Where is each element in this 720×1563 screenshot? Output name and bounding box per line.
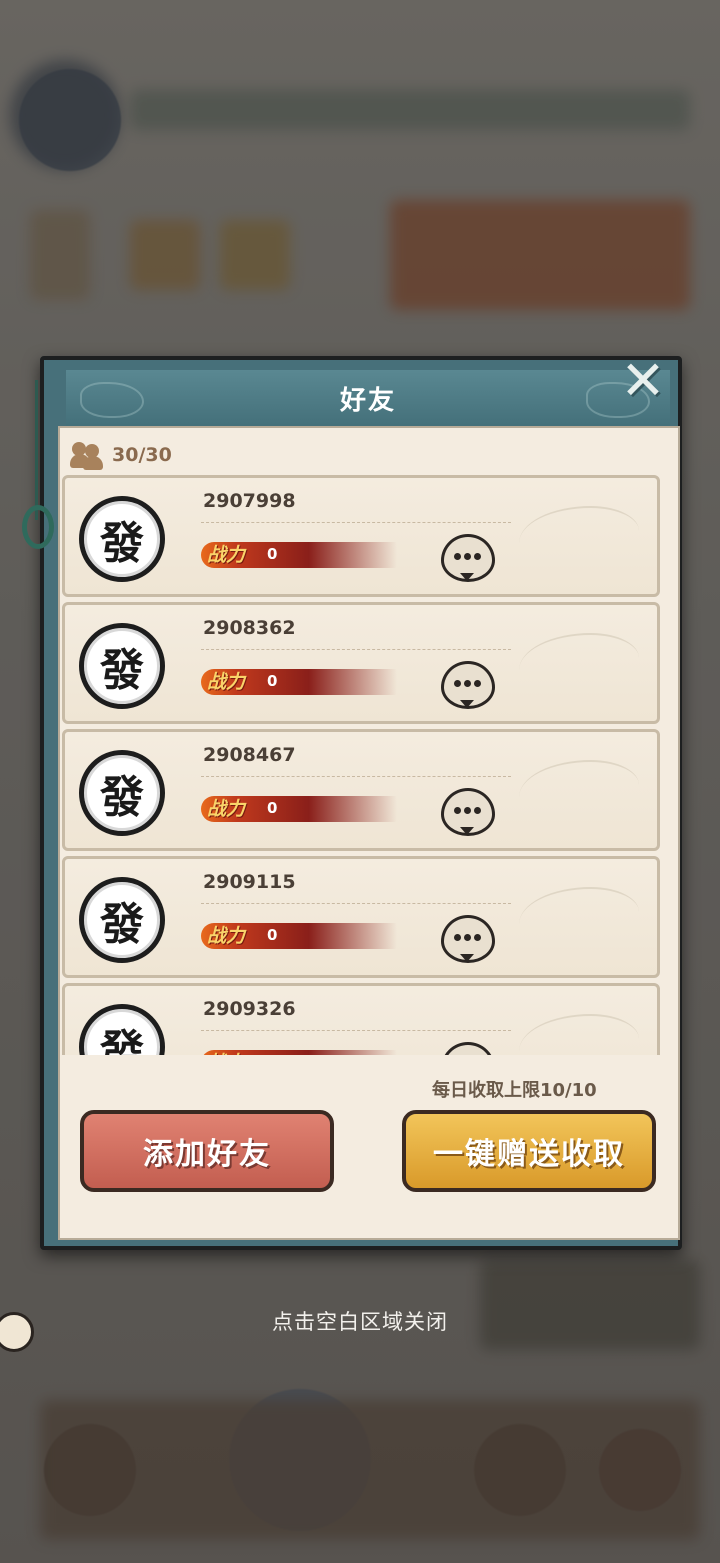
power-label: 战力 — [207, 671, 246, 693]
power-badge: 战力 0 — [201, 1044, 401, 1055]
power-label: 战力 — [207, 1048, 245, 1055]
power-label: 战力 — [207, 925, 246, 947]
friend-card[interactable]: 發 2907998 战力 0 — [62, 475, 660, 597]
gift-collect-button[interactable]: 一键赠送收取 — [402, 1110, 656, 1192]
friends-dialog: 好友 ✕ 30/30 發 2907998 战力 0 發 2908362 战力 0… — [22, 350, 684, 1250]
friend-count-text: 30/30 — [112, 444, 172, 466]
chat-icon[interactable] — [441, 534, 495, 582]
power-value: 0 — [267, 545, 278, 563]
chat-icon[interactable] — [441, 915, 495, 963]
friend-card[interactable]: 發 2909326 战力 0 — [62, 983, 660, 1055]
avatar[interactable]: 發 — [79, 623, 165, 709]
avatar[interactable]: 發 — [79, 1004, 165, 1055]
add-friend-button[interactable]: 添加好友 — [80, 1110, 334, 1192]
close-button[interactable]: ✕ — [614, 354, 672, 412]
friend-count: 30/30 — [70, 440, 172, 470]
avatar[interactable]: 發 — [79, 750, 165, 836]
tassel-ornament — [22, 380, 54, 600]
avatar[interactable]: 發 — [79, 877, 165, 963]
friend-list[interactable]: 發 2907998 战力 0 發 2908362 战力 0 發 2908467 — [62, 475, 660, 1055]
friend-card[interactable]: 發 2909115 战力 0 — [62, 856, 660, 978]
friend-id: 2909115 — [203, 871, 296, 893]
avatar[interactable]: 發 — [79, 496, 165, 582]
friend-card[interactable]: 發 2908362 战力 0 — [62, 602, 660, 724]
power-value: 0 — [267, 799, 278, 817]
title-bar: 好友 — [66, 370, 670, 428]
close-hint: 点击空白区域关闭 — [272, 1310, 448, 1334]
friend-id: 2908467 — [203, 744, 296, 766]
friends-icon — [70, 440, 104, 470]
power-badge: 战力 0 — [201, 663, 401, 699]
friend-id: 2908362 — [203, 617, 296, 639]
chat-icon[interactable] — [441, 1042, 495, 1055]
daily-limit: 每日收取上限10/10 — [432, 1080, 597, 1101]
friend-id: 2907998 — [203, 490, 296, 512]
chat-icon[interactable] — [441, 661, 495, 709]
dialog-title: 好友 — [339, 386, 396, 416]
friend-card[interactable]: 發 2908467 战力 0 — [62, 729, 660, 851]
power-badge: 战力 0 — [201, 536, 401, 572]
friend-id: 2909326 — [203, 998, 296, 1020]
power-badge: 战力 0 — [201, 917, 401, 953]
power-value: 0 — [267, 672, 278, 690]
power-label: 战力 — [207, 798, 246, 820]
power-badge: 战力 0 — [201, 790, 401, 826]
chat-icon[interactable] — [441, 788, 495, 836]
power-value: 0 — [267, 926, 278, 944]
power-label: 战力 — [207, 544, 246, 566]
power-value: 0 — [267, 1053, 277, 1055]
